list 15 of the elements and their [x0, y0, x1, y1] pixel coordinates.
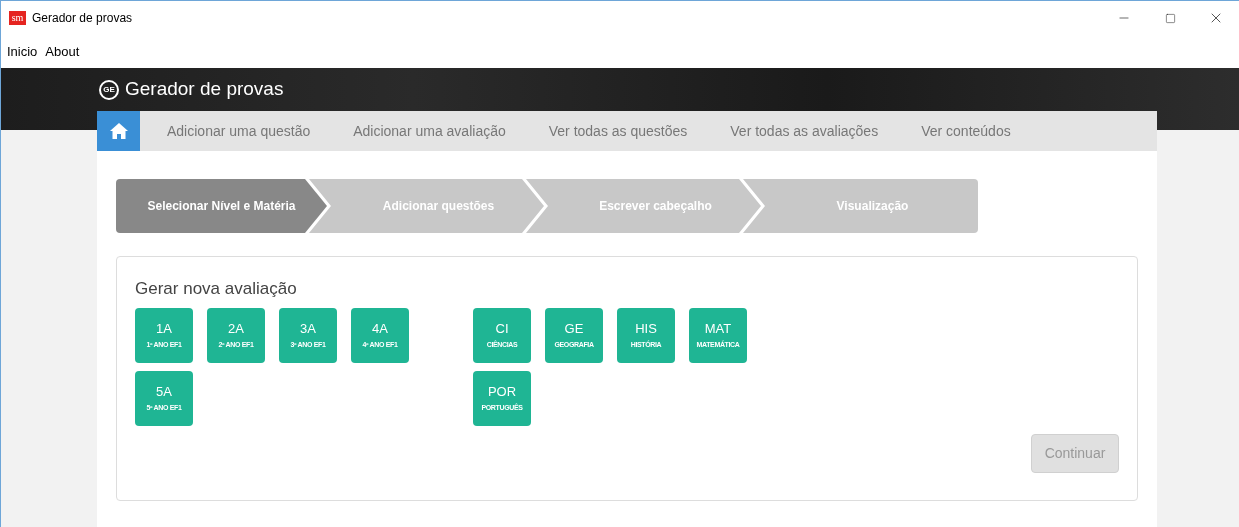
home-icon — [109, 123, 128, 139]
home-tab[interactable] — [97, 111, 140, 151]
nav-link[interactable]: Adicionar uma avaliação — [353, 120, 506, 142]
nav-link[interactable]: Adicionar uma questão — [167, 120, 311, 142]
menu-item[interactable]: Inicio — [7, 41, 38, 62]
nav-link[interactable]: Ver conteúdos — [921, 120, 1011, 142]
wizard-step[interactable]: Selecionar Nível e Matéria — [116, 179, 327, 233]
logo-icon: GE — [99, 79, 119, 100]
nav-link[interactable]: Ver todas as avaliações — [730, 120, 879, 142]
card-title: Gerar nova avaliação — [135, 279, 298, 299]
nav-link[interactable]: Ver todas as questões — [548, 120, 688, 142]
window-title: Gerador de provas — [32, 10, 133, 27]
app-title: Gerador de provas — [125, 77, 284, 102]
app-logo: sm — [9, 11, 26, 25]
menu-item[interactable]: About — [45, 41, 80, 62]
